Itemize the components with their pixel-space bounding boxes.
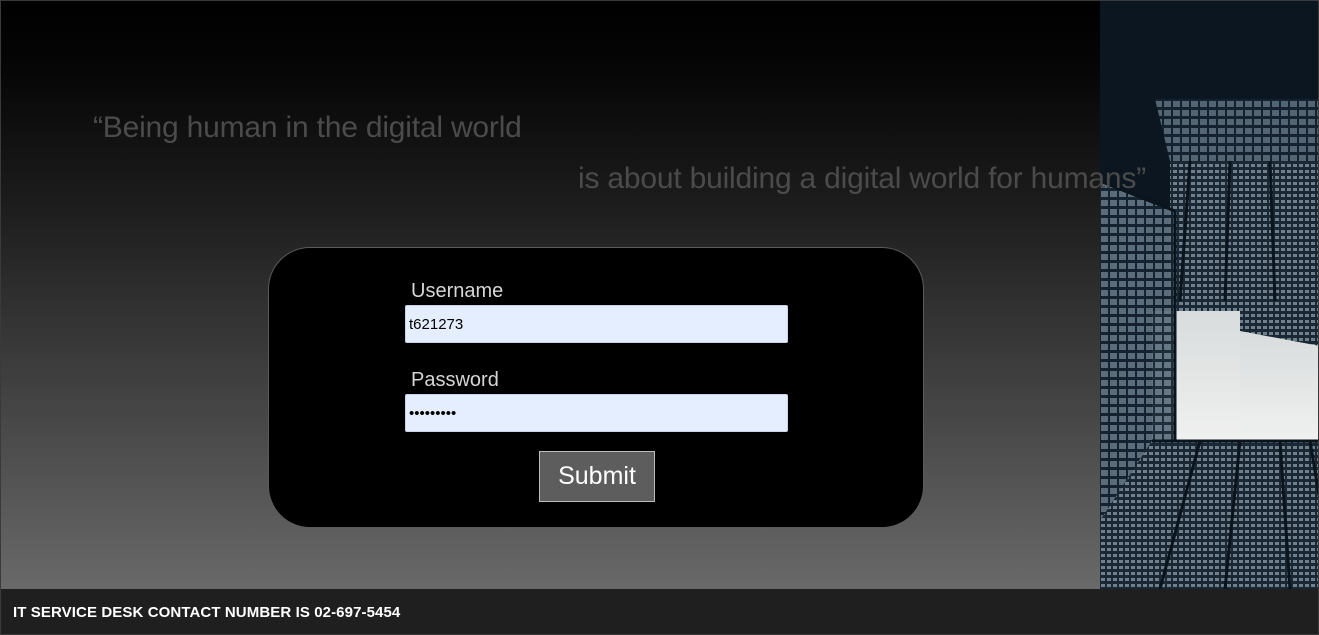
password-label: Password <box>411 369 499 391</box>
footer-bar: IT SERVICE DESK CONTACT NUMBER IS 02-697… <box>1 589 1318 634</box>
submit-button[interactable]: Submit <box>539 451 655 502</box>
quote-line-2: is about building a digital world for hu… <box>578 162 1146 195</box>
username-label: Username <box>411 280 504 302</box>
password-input[interactable] <box>405 394 788 432</box>
login-page: “Being human in the digital world is abo… <box>0 0 1319 635</box>
login-form: Username Password Submit <box>268 247 924 528</box>
username-input[interactable] <box>405 305 788 343</box>
building-photo <box>1100 1 1318 589</box>
quote-line-1: “Being human in the digital world <box>93 111 522 144</box>
service-desk-contact: IT SERVICE DESK CONTACT NUMBER IS 02-697… <box>13 604 401 621</box>
